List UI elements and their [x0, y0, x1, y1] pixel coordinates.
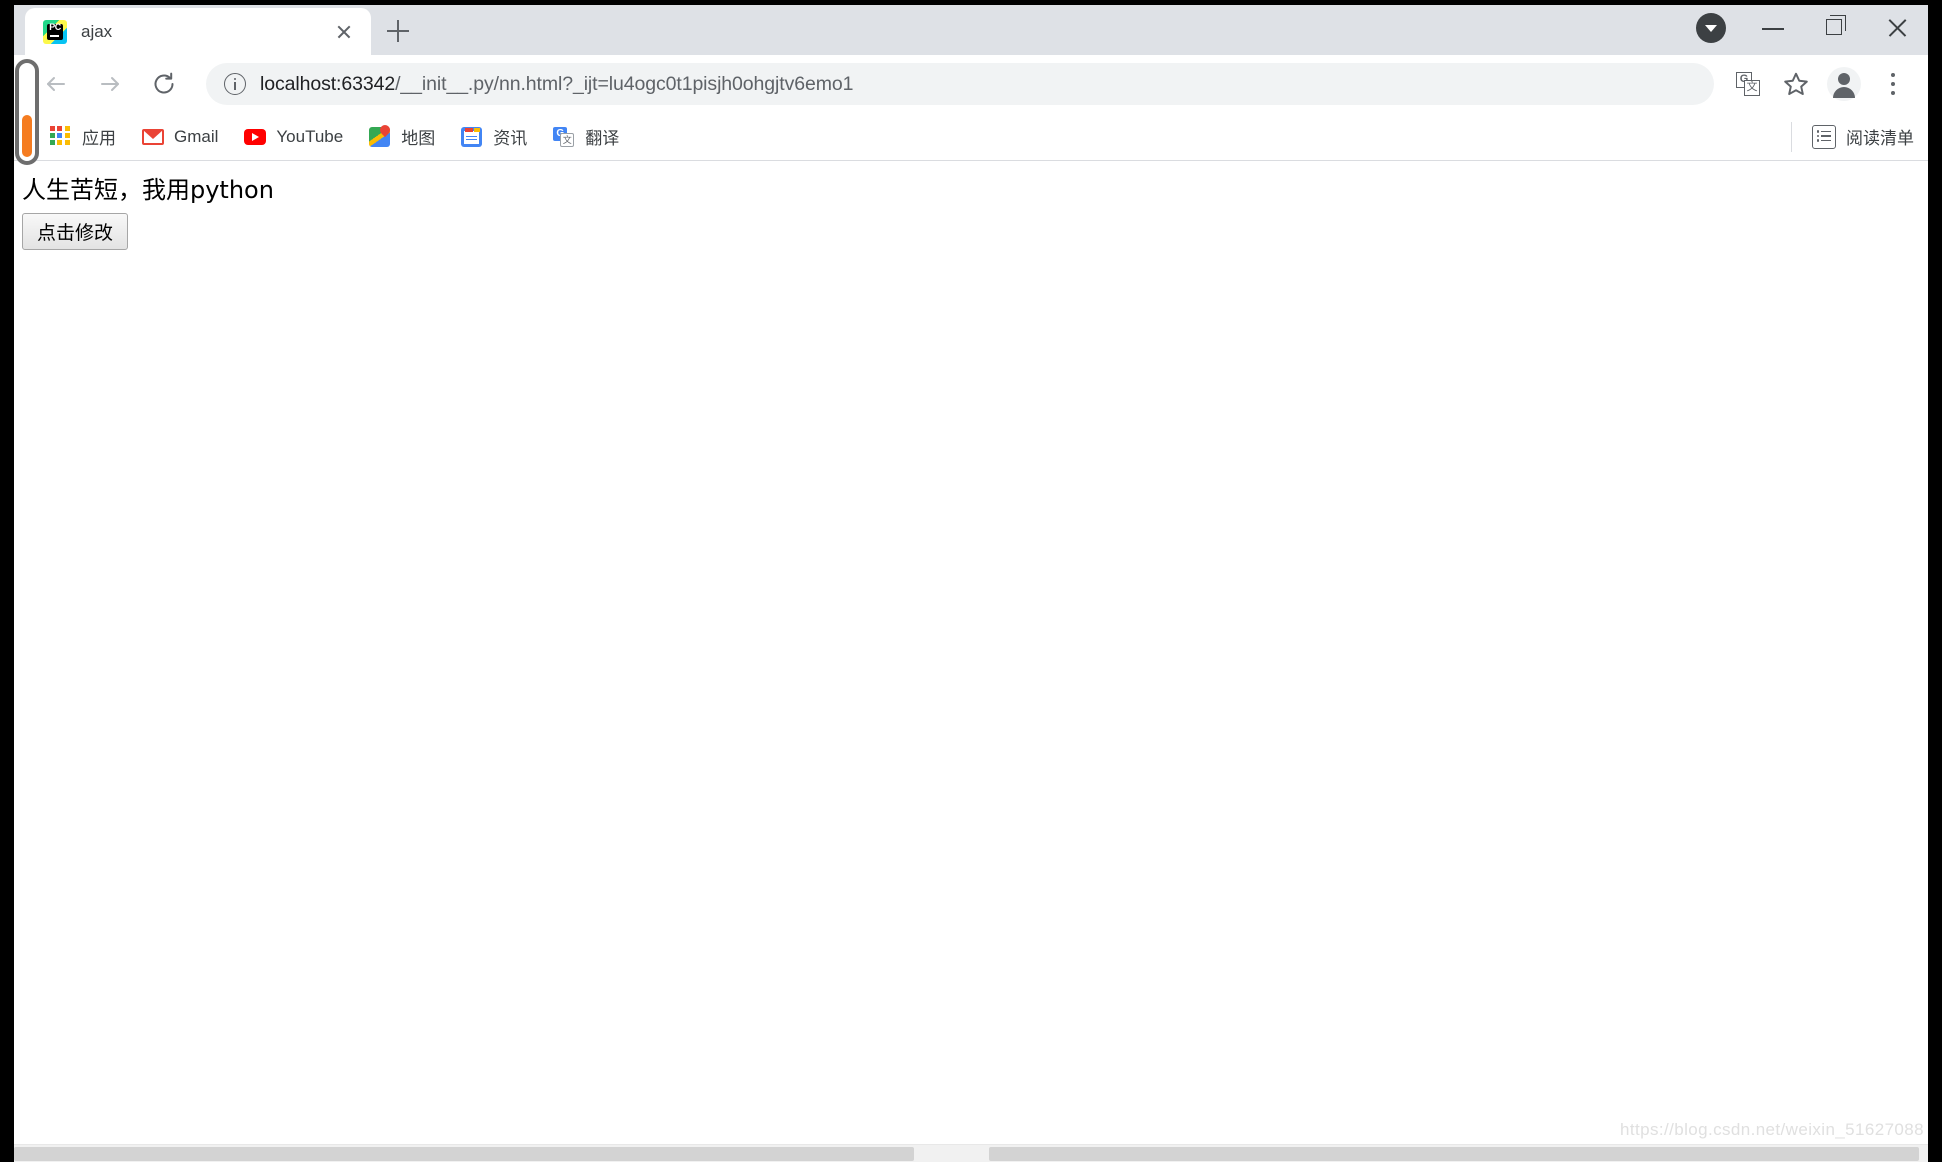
browser-tab-ajax[interactable]: PC ajax [25, 8, 371, 55]
horizontal-scrollbar[interactable] [14, 1144, 1928, 1162]
window-left-border [0, 0, 14, 1162]
horizontal-scrollbar-thumb[interactable] [14, 1147, 914, 1161]
restore-window-button[interactable] [1804, 0, 1866, 55]
translate-tile: G 文 [553, 126, 575, 147]
menu-dot-3 [1890, 91, 1895, 95]
browser-window: PC ajax localhost:63342/__init__.py/nn.h… [14, 0, 1928, 1162]
thermometer-fill [22, 115, 32, 157]
minimize-window-button[interactable] [1742, 0, 1804, 55]
tab-strip: PC ajax [14, 0, 1928, 55]
star-icon[interactable] [1774, 62, 1818, 106]
window-controls [1680, 0, 1928, 55]
bookmark-label: 资讯 [493, 129, 528, 148]
url-path: /__init__.py/nn.html?_ijt=lu4ogc0t1pisjh… [395, 72, 854, 95]
pycharm-favicon-icon: PC [43, 19, 67, 44]
bookmark-apps[interactable]: 应用 [40, 120, 126, 154]
bookmark-gmail[interactable]: Gmail [132, 120, 228, 154]
close-window-button[interactable] [1866, 0, 1928, 55]
download-indicator-button[interactable] [1680, 0, 1742, 55]
google-translate-icon: G 文 [553, 126, 575, 148]
apps-grid-dots [50, 125, 70, 146]
avatar-head [1838, 73, 1850, 85]
reading-list-button[interactable]: 阅读清单 [1791, 121, 1914, 152]
pycharm-favicon-label: PC [49, 21, 61, 32]
browser-toolbar: localhost:63342/__init__.py/nn.html?_ijt… [14, 55, 1928, 113]
arrow-right-icon[interactable] [88, 62, 132, 106]
window-right-border [1928, 0, 1942, 1162]
apps-grid-icon [50, 125, 72, 148]
translate-icon[interactable]: G 文 [1726, 62, 1770, 106]
horizontal-scrollbar-thumb-secondary[interactable] [989, 1147, 1919, 1161]
address-bar[interactable]: localhost:63342/__init__.py/nn.html?_ijt… [206, 63, 1714, 105]
reading-list-icon [1812, 124, 1836, 149]
menu-dot-1 [1890, 73, 1895, 77]
reload-icon[interactable] [142, 62, 186, 106]
page-content: 人生苦短，我用python 点击修改 [14, 161, 1928, 250]
info-circle-icon[interactable] [224, 73, 246, 95]
window-top-border [0, 0, 1942, 5]
bookmark-label: Gmail [174, 126, 219, 146]
news-tile [461, 126, 483, 147]
bookmark-translate[interactable]: G 文 翻译 [543, 120, 629, 154]
menu-dot-2 [1890, 82, 1895, 86]
bookmark-label: 翻译 [585, 129, 620, 148]
bookmarks-bar: 应用 Gmail YouTube 地图 资讯 文 翻译 阅读清单 [14, 113, 1928, 161]
reading-list-label: 阅读清单 [1846, 129, 1914, 148]
modify-button[interactable]: 点击修改 [22, 213, 129, 250]
close-icon[interactable] [331, 19, 357, 45]
translate-target-box: 文 [1744, 80, 1760, 96]
pycharm-favicon-bar [50, 34, 59, 37]
url-host: localhost:63342 [260, 72, 396, 95]
tab-title: ajax [81, 21, 113, 41]
gmail-icon [142, 126, 164, 148]
youtube-icon [244, 126, 267, 148]
page-viewport: 人生苦短，我用python 点击修改 https://blog.csdn.net… [14, 161, 1928, 1144]
bookmark-label: 地图 [401, 129, 436, 148]
google-maps-icon [369, 122, 393, 148]
restore-icon-front [1826, 19, 1842, 35]
plus-icon[interactable] [377, 10, 419, 52]
url-text: localhost:63342/__init__.py/nn.html?_ijt… [260, 73, 853, 96]
bookmark-label: 应用 [82, 129, 116, 148]
translate-glyph: G 文 [1736, 72, 1760, 96]
three-dot-menu-icon[interactable] [1870, 62, 1914, 106]
chevron-down-icon [1696, 12, 1726, 43]
bookmark-label: YouTube [276, 126, 344, 146]
gmail-envelope [142, 128, 164, 145]
translate-cjk-letter: 文 [560, 132, 575, 147]
bookmark-news[interactable]: 资讯 [451, 120, 537, 154]
youtube-play [244, 128, 267, 145]
thermometer-icon [15, 59, 39, 165]
google-news-icon [461, 126, 483, 148]
csdn-watermark: https://blog.csdn.net/weixin_51627088 [1619, 1120, 1924, 1139]
arrow-left-icon[interactable] [34, 62, 78, 106]
bookmark-maps[interactable]: 地图 [359, 120, 445, 154]
bookmark-youtube[interactable]: YouTube [234, 120, 353, 154]
account-avatar-icon[interactable] [1822, 62, 1866, 106]
page-heading: 人生苦短，我用python [22, 176, 274, 204]
